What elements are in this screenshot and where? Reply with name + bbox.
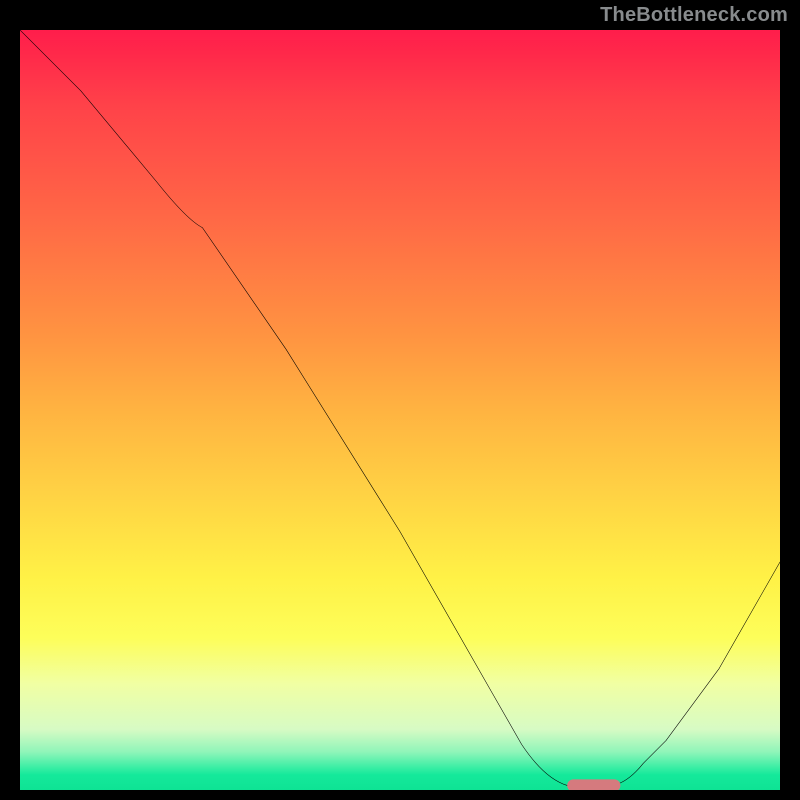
line-chart-svg: [20, 30, 780, 790]
chart-container: TheBottleneck.com: [0, 0, 800, 800]
watermark-text: TheBottleneck.com: [600, 4, 788, 27]
curve-path: [20, 30, 780, 785]
plot-area: [20, 30, 780, 790]
optimal-marker: [567, 779, 620, 790]
